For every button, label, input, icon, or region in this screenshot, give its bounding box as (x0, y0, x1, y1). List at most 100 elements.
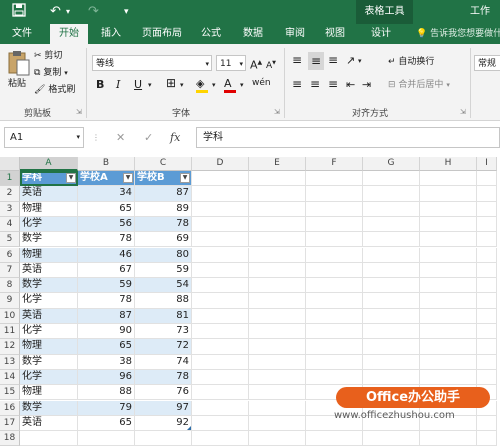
enter-icon[interactable]: ✓ (144, 127, 153, 149)
score-cell[interactable]: 73 (135, 324, 192, 340)
empty-cell[interactable] (420, 339, 477, 355)
empty-cell[interactable] (420, 201, 477, 217)
dialog-launcher-icon[interactable]: ⇲ (460, 106, 466, 119)
name-box[interactable]: A1 ▾ (4, 127, 84, 148)
align-left-icon[interactable]: ≡ (292, 78, 302, 91)
shrink-font-button[interactable]: A▼ (266, 57, 276, 73)
score-cell[interactable]: 92 (135, 415, 192, 432)
score-cell[interactable]: 67 (78, 262, 135, 279)
row-header-6[interactable]: 6 (0, 247, 20, 263)
score-cell[interactable]: 59 (135, 262, 192, 279)
empty-cell[interactable] (192, 171, 249, 187)
align-center-icon[interactable]: ≡ (310, 78, 320, 91)
empty-cell[interactable] (306, 186, 363, 202)
score-cell[interactable]: 74 (135, 354, 192, 370)
empty-cell[interactable] (420, 308, 477, 324)
tab-page-layout[interactable]: 页面布局 (136, 24, 188, 44)
score-cell[interactable]: 54 (135, 278, 192, 294)
tab-review[interactable]: 审阅 (280, 24, 310, 44)
insert-function-icon[interactable]: fx (170, 127, 180, 149)
empty-cell[interactable] (249, 385, 306, 401)
number-format-combo[interactable]: 常规 (474, 55, 500, 71)
row-header-7[interactable]: 7 (0, 262, 20, 279)
empty-cell[interactable] (192, 232, 249, 248)
customize-qat-icon[interactable]: ▾ (124, 3, 129, 21)
font-size-combo[interactable]: 11 ▾ (216, 55, 246, 71)
empty-cell[interactable] (192, 339, 249, 355)
borders-icon[interactable]: ⊞ (166, 77, 176, 90)
score-cell[interactable]: 90 (78, 324, 135, 340)
paste-button[interactable]: 粘贴 (8, 78, 26, 91)
cut-button[interactable]: ✂ 剪切 (34, 50, 62, 63)
empty-cell[interactable] (192, 201, 249, 217)
empty-cell[interactable] (192, 369, 249, 386)
score-cell[interactable]: 97 (135, 400, 192, 416)
subject-cell[interactable]: 英语 (20, 308, 78, 324)
column-header-c[interactable]: C (135, 157, 192, 171)
score-cell[interactable]: 46 (78, 247, 135, 263)
empty-cell[interactable] (135, 431, 192, 446)
empty-cell[interactable] (363, 278, 420, 294)
font-color-button[interactable]: A (224, 77, 236, 93)
row-header-15[interactable]: 15 (0, 385, 20, 401)
empty-cell[interactable] (420, 354, 477, 370)
decrease-indent-icon[interactable]: ⇤ (346, 78, 355, 91)
subject-cell[interactable]: 数学 (20, 232, 78, 248)
empty-cell[interactable] (477, 171, 497, 187)
empty-cell[interactable] (363, 308, 420, 324)
empty-cell[interactable] (306, 339, 363, 355)
empty-cell[interactable] (363, 171, 420, 187)
empty-cell[interactable] (249, 339, 306, 355)
tab-design[interactable]: 设计 (366, 24, 396, 44)
subject-cell[interactable]: 数学 (20, 278, 78, 294)
score-cell[interactable]: 76 (135, 385, 192, 401)
score-cell[interactable]: 87 (78, 308, 135, 324)
empty-cell[interactable] (477, 262, 497, 279)
align-middle-icon[interactable]: ≡ (308, 52, 324, 70)
empty-cell[interactable] (420, 324, 477, 340)
score-cell[interactable]: 38 (78, 354, 135, 370)
subject-cell[interactable]: 物理 (20, 247, 78, 263)
grow-font-button[interactable]: A▲ (250, 56, 262, 72)
empty-cell[interactable] (306, 293, 363, 309)
empty-cell[interactable] (363, 354, 420, 370)
score-cell[interactable]: 78 (78, 293, 135, 309)
align-right-icon[interactable]: ≡ (328, 78, 338, 91)
row-header-12[interactable]: 12 (0, 339, 20, 355)
empty-cell[interactable] (363, 369, 420, 386)
empty-cell[interactable] (420, 278, 477, 294)
empty-cell[interactable] (306, 171, 363, 187)
chevron-down-icon[interactable]: ▾ (148, 79, 152, 92)
empty-cell[interactable] (249, 293, 306, 309)
empty-cell[interactable] (306, 232, 363, 248)
subject-cell[interactable]: 数学 (20, 400, 78, 416)
row-header-17[interactable]: 17 (0, 415, 20, 432)
subject-cell[interactable]: 化学 (20, 216, 78, 233)
empty-cell[interactable] (306, 354, 363, 370)
empty-cell[interactable] (420, 216, 477, 233)
empty-cell[interactable] (420, 262, 477, 279)
column-header-f[interactable]: F (306, 157, 363, 171)
chevron-down-icon[interactable]: ▾ (240, 79, 244, 92)
score-cell[interactable]: 88 (135, 293, 192, 309)
dialog-launcher-icon[interactable]: ⇲ (76, 106, 82, 119)
row-header-1[interactable]: 1 (0, 171, 20, 187)
empty-cell[interactable] (306, 324, 363, 340)
score-cell[interactable]: 59 (78, 278, 135, 294)
tell-me-search[interactable]: 💡 告诉我您想要做什么 (416, 24, 500, 44)
empty-cell[interactable] (363, 201, 420, 217)
empty-cell[interactable] (192, 415, 249, 432)
empty-cell[interactable] (363, 216, 420, 233)
empty-cell[interactable] (477, 247, 497, 263)
empty-cell[interactable] (420, 431, 477, 446)
empty-cell[interactable] (192, 354, 249, 370)
formula-input[interactable]: 学科 (196, 127, 500, 148)
empty-cell[interactable] (306, 308, 363, 324)
chevron-down-icon[interactable]: ▾ (358, 55, 362, 68)
subject-cell[interactable]: 英语 (20, 186, 78, 202)
empty-cell[interactable] (477, 339, 497, 355)
empty-cell[interactable] (249, 415, 306, 432)
fill-color-icon[interactable]: ◈ (196, 77, 208, 93)
tab-data[interactable]: 数据 (238, 24, 268, 44)
empty-cell[interactable] (249, 201, 306, 217)
